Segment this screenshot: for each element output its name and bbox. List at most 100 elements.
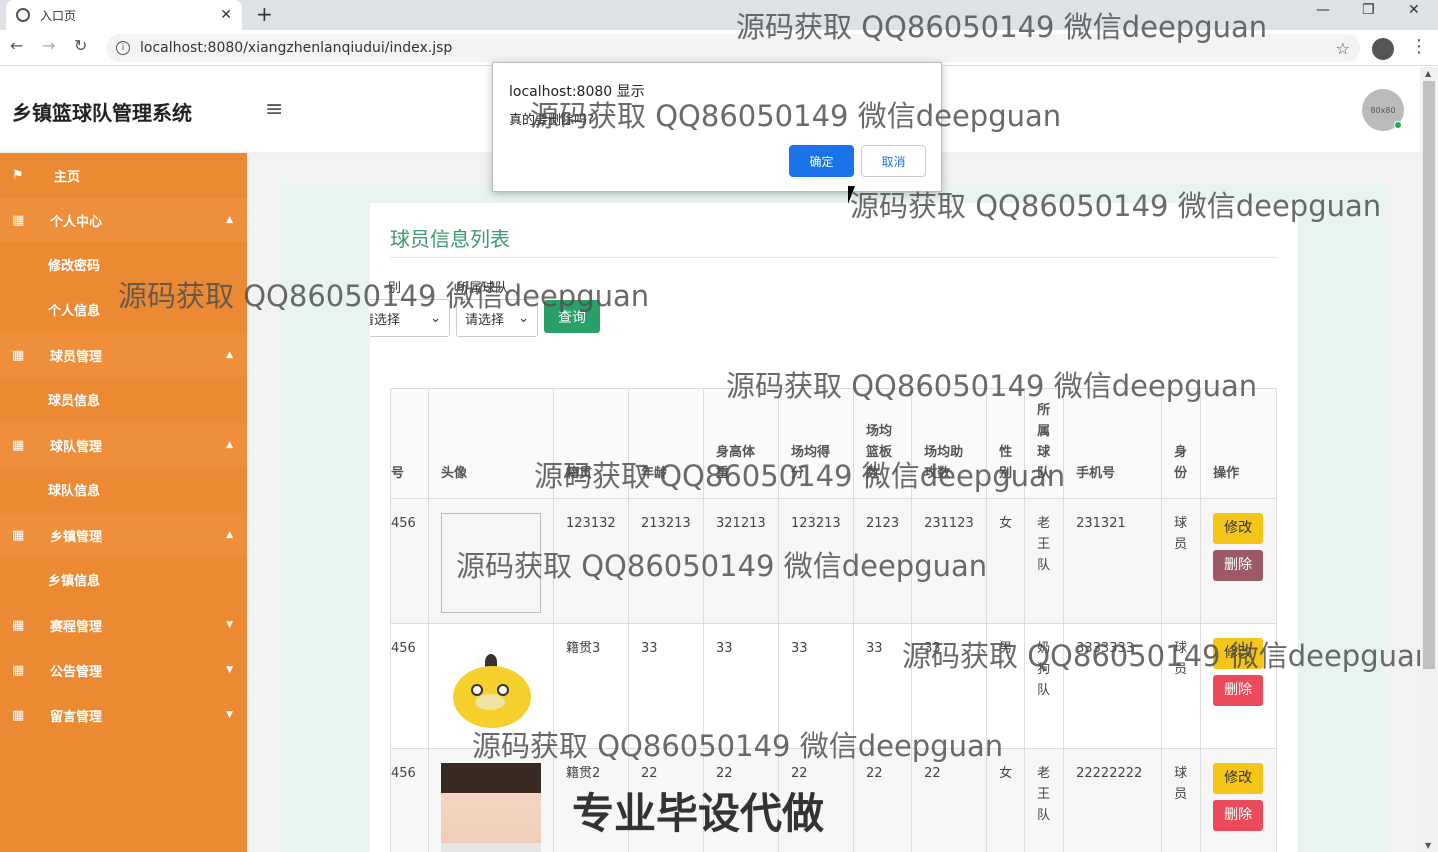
menu-kebab-icon[interactable]: ⋮ (1410, 36, 1428, 57)
filter-label-gender: 别 (388, 281, 402, 296)
url-text[interactable]: localhost:8080/xiangzhenlanqiudui/index.… (140, 40, 1336, 56)
scroll-down-icon[interactable]: ▼ (1425, 841, 1431, 850)
cell-gender: 女 (986, 748, 1026, 852)
sidebar-item-notice-management[interactable]: ▦ 公告管理 ▼ (0, 648, 247, 692)
sidebar-item-home[interactable]: ⚑ 主页 (0, 153, 247, 197)
hamburger-menu-icon[interactable]: ≡ (265, 97, 283, 122)
sidebar: ⚑ 主页 ▦ 个人中心 ▲ 修改密码 个人信息 ▦ 球员管理 ▲ 球员信息 ▦ … (0, 153, 247, 852)
cell-role: 球员 (1161, 623, 1202, 749)
close-window-icon[interactable]: ✕ (1408, 2, 1420, 18)
cell-height: 22 (703, 748, 779, 852)
filter-label-team: 所属球队 (456, 281, 509, 296)
profile-icon[interactable] (1372, 38, 1394, 60)
bookmark-star-icon[interactable]: ☆ (1336, 39, 1350, 58)
avatar[interactable]: 80x80 (1362, 89, 1404, 131)
cell-team: 老王队 (1024, 748, 1065, 852)
sidebar-item-label: 乡镇信息 (48, 573, 101, 589)
caret-up-icon: ▲ (226, 440, 233, 450)
duck-beak (475, 694, 505, 710)
browser-tab[interactable]: 入口页 ✕ (6, 0, 242, 30)
dialog-message: 真的要删除吗? (509, 113, 594, 128)
minimize-icon[interactable]: — (1316, 2, 1330, 18)
chevron-down-icon: ⌄ (430, 310, 441, 326)
cell-height: 33 (703, 623, 779, 749)
divider (390, 257, 1278, 258)
sidebar-item-personal-info[interactable]: 个人信息 (0, 287, 247, 331)
sidebar-item-label: 乡镇管理 (50, 529, 103, 545)
close-tab-icon[interactable]: ✕ (220, 7, 232, 23)
scroll-up-icon[interactable]: ▲ (1425, 69, 1431, 78)
browser-tab-bar: 入口页 ✕ + — ❐ ✕ (0, 0, 1438, 30)
confirm-dialog: localhost:8080 显示 真的要删除吗? 确定 取消 (492, 62, 942, 192)
column-header: 场均得分 (778, 388, 854, 499)
edit-button[interactable]: 修改 (1213, 513, 1264, 544)
cell-age: 22 (628, 748, 704, 852)
sidebar-item-label: 个人中心 (50, 214, 103, 230)
sidebar-item-label: 球员信息 (48, 393, 101, 409)
duck-eye (497, 684, 509, 696)
edit-button[interactable]: 修改 (1213, 763, 1264, 794)
table-header-row: 号 头像 籍贯 年龄 身高体重 场均得分 场均篮板数 场均助攻数 性别 所属球队… (390, 388, 1278, 499)
cell-points: 22 (778, 748, 854, 852)
vertical-scrollbar[interactable]: ▲ ▼ (1420, 67, 1438, 852)
delete-button[interactable]: 删除 (1213, 675, 1264, 706)
back-icon[interactable]: ← (10, 36, 23, 55)
column-header: 籍贯 (553, 388, 629, 499)
sidebar-item-team-info[interactable]: 球队信息 (0, 467, 247, 511)
scrollbar-thumb[interactable] (1423, 81, 1435, 669)
sidebar-item-personal-center[interactable]: ▦ 个人中心 ▲ (0, 198, 247, 242)
sidebar-item-team-management[interactable]: ▦ 球队管理 ▲ (0, 423, 247, 467)
gender-select[interactable]: 请选择 ⌄ (370, 299, 450, 337)
sidebar-item-player-management[interactable]: ▦ 球员管理 ▲ (0, 333, 247, 377)
sidebar-item-label: 留言管理 (50, 709, 103, 725)
sidebar-item-player-info[interactable]: 球员信息 (0, 377, 247, 421)
sidebar-item-town-info[interactable]: 乡镇信息 (0, 557, 247, 601)
cell-number: 456 (390, 623, 429, 749)
broken-image-icon (441, 513, 541, 613)
cell-number: 456 (390, 748, 429, 852)
edit-button[interactable]: 修改 (1213, 638, 1264, 669)
caret-up-icon: ▲ (226, 215, 233, 225)
column-header: 性别 (986, 388, 1026, 499)
tab-title: 入口页 (40, 8, 77, 23)
cell-age: 213213 (628, 498, 704, 624)
new-tab-button[interactable]: + (256, 2, 273, 26)
column-header: 身份 (1161, 388, 1202, 499)
info-icon[interactable]: i (116, 41, 130, 55)
cell-phone: 22222222 (1063, 748, 1163, 852)
confirm-ok-button[interactable]: 确定 (789, 145, 854, 177)
delete-button[interactable]: 删除 (1213, 800, 1264, 831)
sidebar-item-label: 球员管理 (50, 349, 103, 365)
confirm-cancel-button[interactable]: 取消 (861, 145, 926, 177)
column-header: 所属球队 (1024, 388, 1065, 499)
sidebar-item-town-management[interactable]: ▦ 乡镇管理 ▲ (0, 513, 247, 557)
cell-phone: 3333333 (1063, 623, 1163, 749)
caret-down-icon: ▼ (226, 710, 233, 720)
player-table: 号 头像 籍贯 年龄 身高体重 场均得分 场均篮板数 场均助攻数 性别 所属球队… (390, 388, 1278, 852)
reload-icon[interactable]: ↻ (74, 36, 87, 55)
cell-assists: 231123 (911, 498, 988, 624)
column-header: 场均篮板数 (852, 388, 913, 499)
sidebar-item-label: 修改密码 (48, 258, 101, 274)
delete-button[interactable]: 删除 (1213, 550, 1264, 581)
search-button[interactable]: 查询 (544, 300, 600, 333)
column-header: 操作 (1200, 388, 1278, 499)
sidebar-item-label: 公告管理 (50, 664, 103, 680)
cell-role: 球员 (1161, 748, 1202, 852)
restore-icon[interactable]: ❐ (1362, 2, 1375, 18)
team-select[interactable]: 请选择 ⌄ (456, 299, 538, 337)
team-select-value: 请选择 (465, 312, 505, 328)
chevron-down-icon: ⌄ (518, 310, 529, 326)
address-bar[interactable]: i localhost:8080/xiangzhenlanqiudui/inde… (106, 34, 1360, 62)
cell-gender: 女 (986, 498, 1026, 624)
column-header: 手机号 (1063, 388, 1163, 499)
sidebar-item-message-management[interactable]: ▦ 留言管理 ▼ (0, 693, 247, 737)
cell-role: 球员 (1161, 498, 1202, 624)
forward-icon[interactable]: → (42, 36, 55, 55)
grid-icon: ▦ (12, 212, 25, 228)
flag-icon: ⚑ (12, 167, 24, 183)
dialog-title: localhost:8080 显示 (509, 84, 645, 100)
sidebar-item-schedule-management[interactable]: ▦ 赛程管理 ▼ (0, 603, 247, 647)
sidebar-item-change-password[interactable]: 修改密码 (0, 242, 247, 286)
duck-avatar-image (441, 638, 541, 738)
